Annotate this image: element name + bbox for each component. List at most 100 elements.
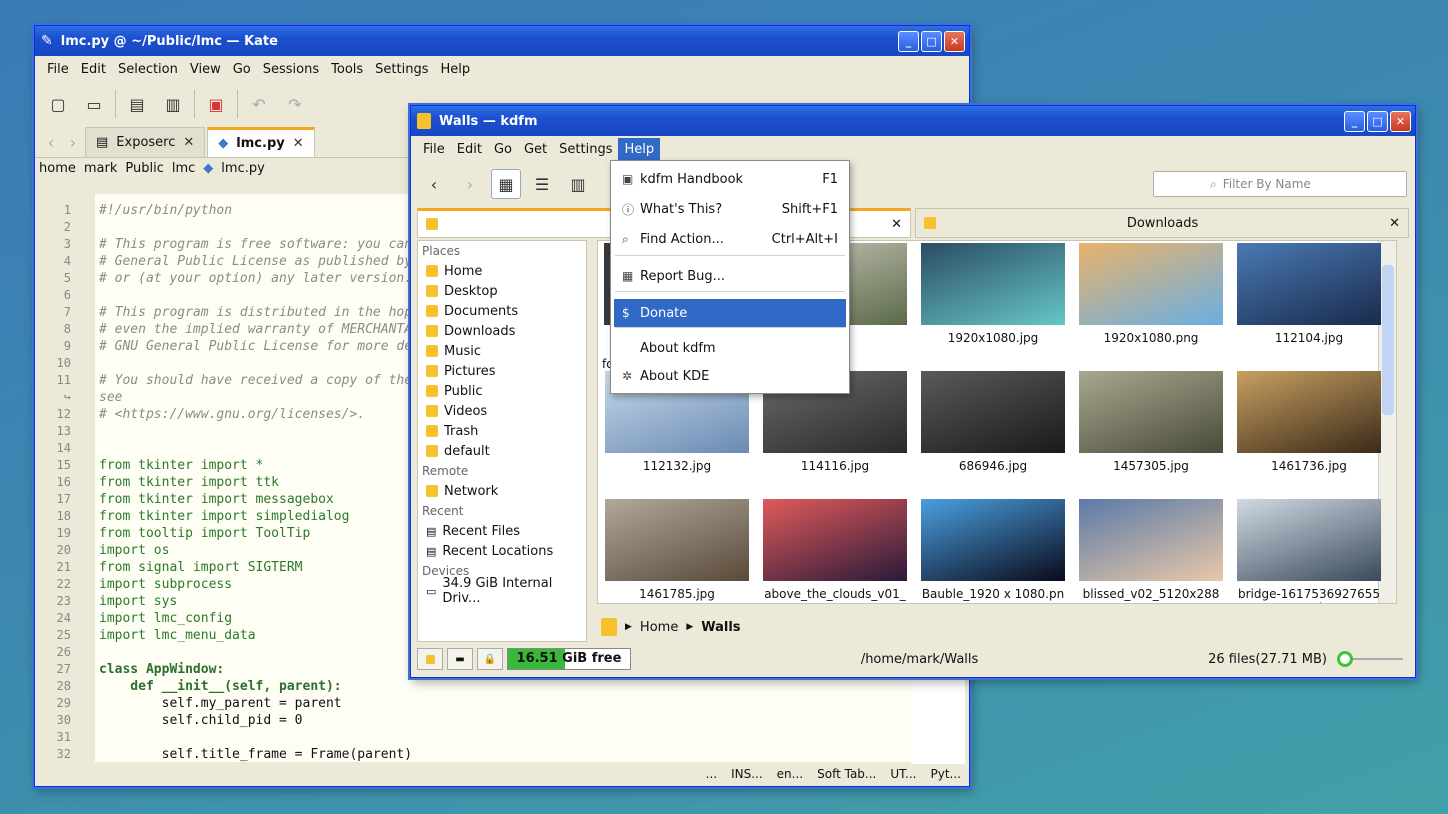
file-item[interactable]: Bauble_1920 x 1080.png bbox=[920, 499, 1066, 603]
places-item-downloads[interactable]: Downloads bbox=[418, 321, 586, 341]
minimap[interactable] bbox=[911, 674, 965, 764]
file-item[interactable]: 686946.jpg bbox=[920, 371, 1066, 473]
menu-item-find-action[interactable]: ⌕ Find Action... Ctrl+Alt+I bbox=[614, 225, 846, 253]
redo-icon[interactable]: ↷ bbox=[280, 89, 310, 119]
places-item-music[interactable]: Music bbox=[418, 341, 586, 361]
menu-help[interactable]: Help bbox=[435, 58, 477, 81]
tab-downloads[interactable]: Downloads ✕ bbox=[915, 208, 1409, 238]
tab-next-icon[interactable]: › bbox=[63, 127, 83, 157]
open-folder-icon[interactable]: ▭ bbox=[79, 89, 109, 119]
breadcrumb-item[interactable]: lmc.py bbox=[221, 161, 265, 176]
zoom-slider[interactable] bbox=[1337, 651, 1403, 667]
column-view-icon[interactable]: ▥ bbox=[563, 169, 593, 199]
file-item[interactable]: 1920x1080.png bbox=[1078, 243, 1224, 345]
tab-close-icon[interactable]: ✕ bbox=[293, 136, 304, 151]
scrollbar-thumb[interactable] bbox=[1382, 265, 1394, 415]
places-item-34-9-gib-internal-driv[interactable]: ▭ 34.9 GiB Internal Driv... bbox=[418, 576, 586, 606]
menu-view[interactable]: View bbox=[184, 58, 227, 81]
undo-icon[interactable]: ↶ bbox=[244, 89, 274, 119]
line-number: 1 bbox=[63, 203, 71, 217]
breadcrumb-item[interactable]: mark bbox=[84, 161, 118, 176]
places-item-recent-locations[interactable]: ▤ Recent Locations bbox=[418, 541, 586, 561]
breadcrumb-item[interactable]: Public bbox=[125, 161, 163, 176]
menu-help[interactable]: Help bbox=[618, 137, 661, 161]
menu-item-report-bug[interactable]: ▦ Report Bug... bbox=[614, 262, 846, 290]
close-button[interactable]: ✕ bbox=[944, 30, 965, 52]
status-item[interactable]: INS... bbox=[731, 767, 763, 781]
places-item-home[interactable]: Home bbox=[418, 261, 586, 281]
close-button[interactable]: ✕ bbox=[1390, 110, 1411, 132]
path-home[interactable]: Home bbox=[640, 620, 678, 635]
places-item-default[interactable]: default bbox=[418, 441, 586, 461]
status-item[interactable]: ... bbox=[706, 767, 717, 781]
details-view-icon[interactable]: ☰ bbox=[527, 169, 557, 199]
line-number: 21 bbox=[56, 560, 71, 574]
menu-item-donate[interactable]: $ Donate bbox=[614, 299, 846, 327]
places-item-videos[interactable]: Videos bbox=[418, 401, 586, 421]
back-icon[interactable]: ‹ bbox=[419, 169, 449, 199]
file-item[interactable]: 1461785.jpg bbox=[604, 499, 750, 601]
menu-settings[interactable]: Settings bbox=[369, 58, 434, 81]
menu-sessions[interactable]: Sessions bbox=[257, 58, 325, 81]
places-item-documents[interactable]: Documents bbox=[418, 301, 586, 321]
menu-file[interactable]: File bbox=[417, 138, 451, 161]
filter-input[interactable]: ⌕ Filter By Name bbox=[1153, 171, 1407, 197]
places-item-desktop[interactable]: Desktop bbox=[418, 281, 586, 301]
places-item-trash[interactable]: Trash bbox=[418, 421, 586, 441]
status-item[interactable]: en... bbox=[777, 767, 803, 781]
terminal-button[interactable]: ▬ bbox=[447, 648, 473, 670]
maximize-button[interactable]: □ bbox=[921, 30, 942, 52]
save-icon[interactable]: ▤ bbox=[122, 89, 152, 119]
minimize-button[interactable]: _ bbox=[898, 30, 919, 52]
tab-lmc-py[interactable]: ◆ lmc.py ✕ bbox=[207, 127, 315, 157]
file-item[interactable]: 112104.jpg bbox=[1236, 243, 1382, 345]
menu-item-what-s-this[interactable]: ⓘ What's This? Shift+F1 bbox=[614, 195, 846, 223]
menu-tools[interactable]: Tools bbox=[325, 58, 369, 81]
menu-item-about-kdfm[interactable]: About kdfm bbox=[614, 334, 846, 362]
menu-item-about-kde[interactable]: ✲ About KDE bbox=[614, 362, 846, 390]
places-item-pictures[interactable]: Pictures bbox=[418, 361, 586, 381]
places-item-recent-files[interactable]: ▤ Recent Files bbox=[418, 521, 586, 541]
tab-exposerc[interactable]: ▤ Exposerc ✕ bbox=[85, 127, 206, 157]
status-item[interactable]: Soft Tab... bbox=[817, 767, 876, 781]
tab-close-icon[interactable]: ✕ bbox=[1389, 216, 1400, 231]
breadcrumb-item[interactable]: lmc bbox=[172, 161, 195, 176]
maximize-button[interactable]: □ bbox=[1367, 110, 1388, 132]
code-text: # GNU General Public License for more de bbox=[99, 339, 413, 354]
tab-close-icon[interactable]: ✕ bbox=[891, 217, 902, 232]
file-item[interactable]: 1920x1080.jpg bbox=[920, 243, 1066, 345]
file-item[interactable]: blissed_v02_5120x2880.png bbox=[1078, 499, 1224, 603]
status-item[interactable]: Pyt... bbox=[931, 767, 962, 781]
menu-edit[interactable]: Edit bbox=[451, 138, 488, 161]
menu-edit[interactable]: Edit bbox=[75, 58, 112, 81]
places-item-network[interactable]: Network bbox=[418, 481, 586, 501]
menu-go[interactable]: Go bbox=[227, 58, 257, 81]
file-item[interactable]: bridge-1617536927655-4388.jpg bbox=[1236, 499, 1382, 603]
menu-go[interactable]: Go bbox=[488, 138, 518, 161]
lock-button[interactable]: 🔒 bbox=[477, 648, 503, 670]
new-file-icon[interactable]: ▢ bbox=[43, 89, 73, 119]
kate-titlebar[interactable]: ✎ lmc.py @ ~/Public/lmc — Kate _ □ ✕ bbox=[35, 26, 969, 56]
menu-selection[interactable]: Selection bbox=[112, 58, 184, 81]
places-item-public[interactable]: Public bbox=[418, 381, 586, 401]
forward-icon[interactable]: › bbox=[455, 169, 485, 199]
menu-settings[interactable]: Settings bbox=[553, 138, 618, 161]
menu-item-kdfm-handbook[interactable]: ▣ kdfm Handbook F1 bbox=[614, 165, 846, 193]
kdfm-titlebar[interactable]: Walls — kdfm _ □ ✕ bbox=[411, 106, 1415, 136]
status-item[interactable]: UT... bbox=[890, 767, 916, 781]
minimize-button[interactable]: _ bbox=[1344, 110, 1365, 132]
zoom-slider-handle[interactable] bbox=[1337, 651, 1353, 667]
folder-toggle-button[interactable] bbox=[417, 648, 443, 670]
file-item[interactable]: 1461736.jpg bbox=[1236, 371, 1382, 473]
save-as-icon[interactable]: ▥ bbox=[158, 89, 188, 119]
tab-prev-icon[interactable]: ‹ bbox=[41, 127, 61, 157]
close-document-icon[interactable]: ▣ bbox=[201, 89, 231, 119]
tab-close-icon[interactable]: ✕ bbox=[183, 135, 194, 150]
file-item[interactable]: 1457305.jpg bbox=[1078, 371, 1224, 473]
file-item[interactable]: above_the_clouds_v01_5120x2880.png bbox=[762, 499, 908, 603]
breadcrumb-item[interactable]: home bbox=[39, 161, 76, 176]
menu-get[interactable]: Get bbox=[518, 138, 553, 161]
path-walls[interactable]: Walls bbox=[701, 620, 740, 635]
icon-view-icon[interactable]: ▦ bbox=[491, 169, 521, 199]
menu-file[interactable]: File bbox=[41, 58, 75, 81]
